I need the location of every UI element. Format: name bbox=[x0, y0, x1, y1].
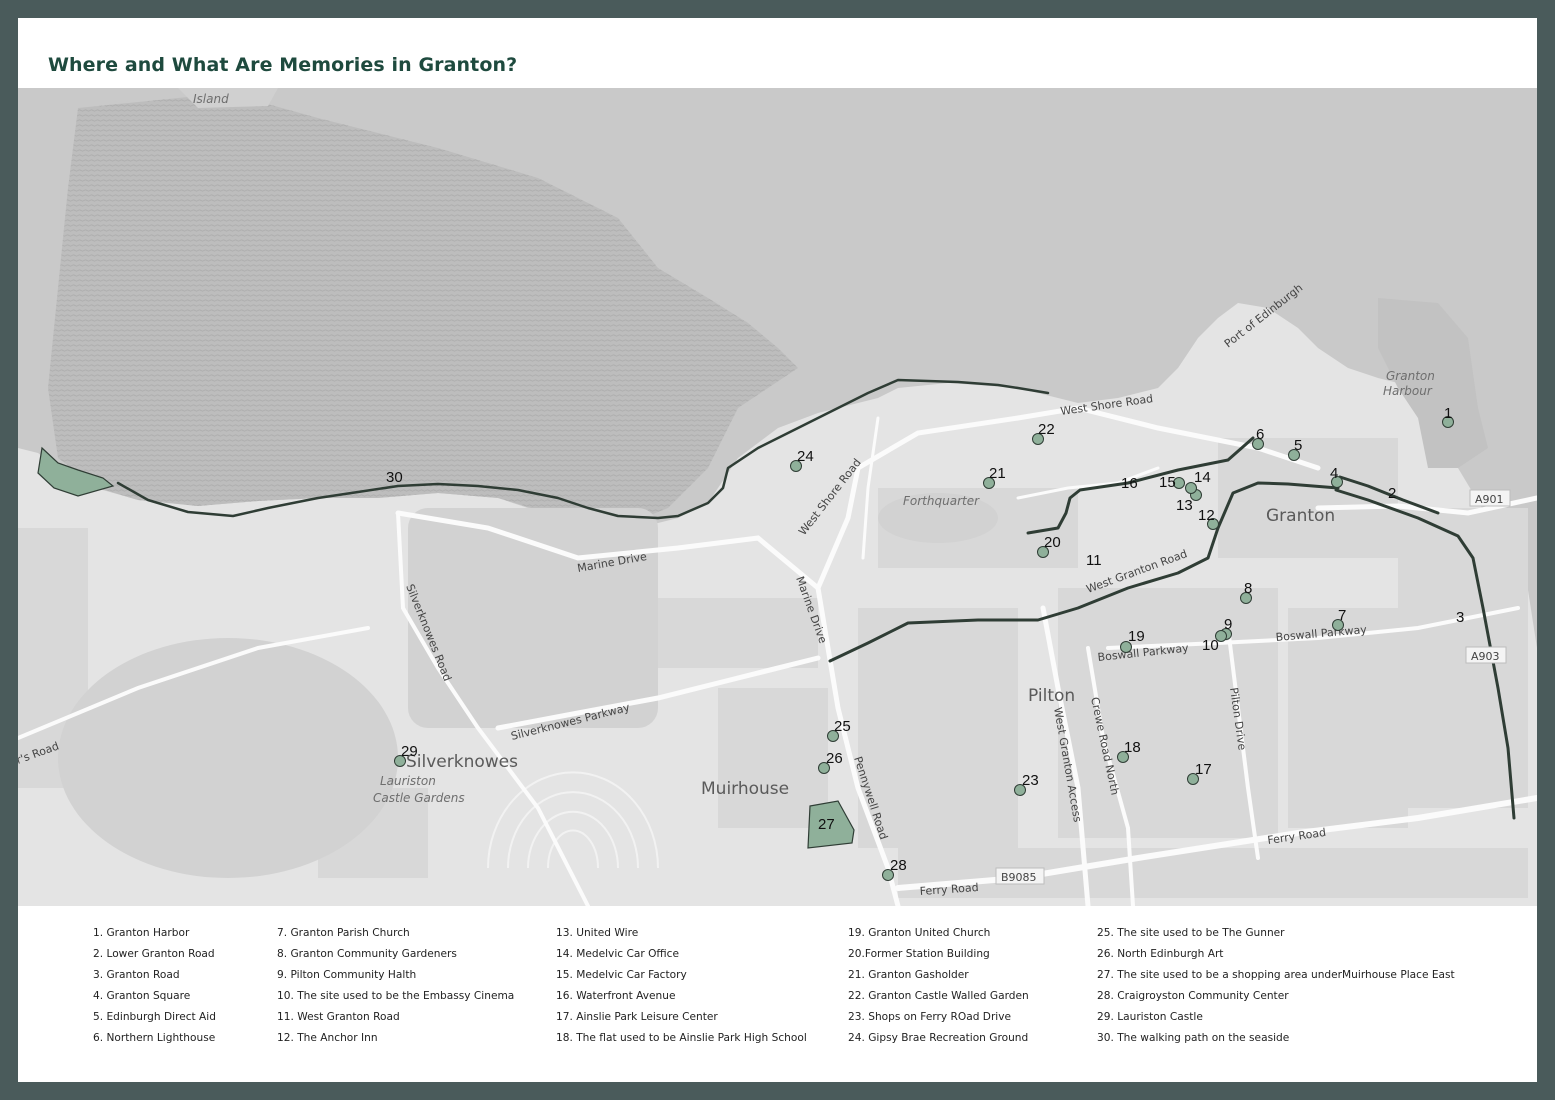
legend-item: 18. The flat used to be Ainslie Park Hig… bbox=[556, 1032, 807, 1044]
legend: 1. Granton Harbor 2. Lower Granton Road … bbox=[18, 918, 1537, 1068]
marker-14-label: 14 bbox=[1194, 469, 1211, 486]
label-lauriston: Lauriston bbox=[380, 774, 436, 788]
svg-text:A903: A903 bbox=[1471, 650, 1500, 663]
poster-sheet: Where and What Are Memories in Granton? bbox=[18, 18, 1537, 1082]
legend-item: 20.Former Station Building bbox=[848, 948, 990, 960]
svg-text:B9085: B9085 bbox=[1001, 871, 1037, 884]
legend-item: 8. Granton Community Gardeners bbox=[277, 948, 457, 960]
marker-21-label: 21 bbox=[989, 465, 1006, 482]
legend-column-2: 7. Granton Parish Church 8. Granton Comm… bbox=[277, 926, 514, 1052]
marker-30-label: 30 bbox=[386, 469, 403, 486]
legend-item: 6. Northern Lighthouse bbox=[93, 1032, 216, 1044]
legend-item: 26. North Edinburgh Art bbox=[1097, 948, 1224, 960]
legend-item: 16. Waterfront Avenue bbox=[556, 990, 676, 1002]
marker-29-label: 29 bbox=[401, 743, 418, 760]
marker-2-label: 2 bbox=[1388, 485, 1396, 502]
marker-8-label: 8 bbox=[1244, 580, 1252, 597]
marker-1-label: 1 bbox=[1444, 405, 1452, 422]
label-granton-harbour-1: Granton bbox=[1386, 369, 1435, 383]
map-svg: Island Forthquarter Lauriston Castle Gar… bbox=[18, 88, 1537, 906]
legend-column-4: 19. Granton United Church 20.Former Stat… bbox=[848, 926, 1029, 1052]
label-muirhouse: Muirhouse bbox=[701, 779, 789, 799]
road-shield-a901: A901 bbox=[1469, 489, 1511, 507]
legend-item: 24. Gipsy Brae Recreation Ground bbox=[848, 1032, 1029, 1044]
legend-item: 29. Lauriston Castle bbox=[1097, 1011, 1203, 1023]
label-granton-harbour-2: Harbour bbox=[1383, 384, 1433, 398]
marker-17-label: 17 bbox=[1195, 761, 1212, 778]
label-granton: Granton bbox=[1266, 506, 1335, 526]
marker-15-label: 15 bbox=[1159, 474, 1176, 491]
legend-item: 5. Edinburgh Direct Aid bbox=[93, 1011, 216, 1023]
marker-11-label: 11 bbox=[1086, 552, 1102, 569]
marker-3-label: 3 bbox=[1456, 609, 1464, 626]
road-shield-b9085: B9085 bbox=[995, 867, 1045, 885]
legend-item: 12. The Anchor Inn bbox=[277, 1032, 378, 1044]
marker-5-label: 5 bbox=[1294, 437, 1302, 454]
legend-item: 7. Granton Parish Church bbox=[277, 927, 410, 939]
legend-item: 2. Lower Granton Road bbox=[93, 948, 215, 960]
label-pilton: Pilton bbox=[1028, 686, 1075, 706]
legend-column-1: 1. Granton Harbor 2. Lower Granton Road … bbox=[93, 926, 216, 1052]
page-title: Where and What Are Memories in Granton? bbox=[48, 54, 518, 76]
marker-9-label: 9 bbox=[1224, 616, 1232, 633]
marker-26-label: 26 bbox=[826, 750, 843, 767]
legend-item: 15. Medelvic Car Factory bbox=[556, 969, 687, 981]
legend-item: 3. Granton Road bbox=[93, 969, 180, 981]
legend-item: 25. The site used to be The Gunner bbox=[1097, 927, 1285, 939]
legend-column-5: 25. The site used to be The Gunner 26. N… bbox=[1097, 926, 1455, 1052]
label-castle-gardens: Castle Gardens bbox=[373, 791, 465, 805]
marker-12-label: 12 bbox=[1198, 507, 1215, 524]
legend-item: 28. Craigroyston Community Center bbox=[1097, 990, 1289, 1002]
marker-25-label: 25 bbox=[834, 718, 851, 735]
marker-22-label: 22 bbox=[1038, 421, 1055, 438]
legend-item: 13. United Wire bbox=[556, 927, 639, 939]
marker-6-label: 6 bbox=[1256, 426, 1264, 443]
legend-item: 27. The site used to be a shopping area … bbox=[1097, 969, 1455, 981]
legend-item: 14. Medelvic Car Office bbox=[556, 948, 679, 960]
marker-10-label: 10 bbox=[1202, 637, 1219, 654]
marker-7-label: 7 bbox=[1338, 607, 1346, 624]
marker-19-label: 19 bbox=[1128, 628, 1145, 645]
marker-16-label: 16 bbox=[1121, 475, 1138, 492]
legend-item: 11. West Granton Road bbox=[277, 1011, 400, 1023]
legend-item: 10. The site used to be the Embassy Cine… bbox=[277, 990, 515, 1002]
legend-column-3: 13. United Wire 14. Medelvic Car Office … bbox=[556, 926, 807, 1052]
legend-item: 23. Shops on Ferry ROad Drive bbox=[848, 1011, 1012, 1023]
legend-item: 21. Granton Gasholder bbox=[848, 969, 969, 981]
marker-27-label: 27 bbox=[818, 816, 835, 833]
marker-18-label: 18 bbox=[1124, 739, 1141, 756]
marker-4-label: 4 bbox=[1330, 465, 1338, 482]
label-island: Island bbox=[193, 92, 229, 106]
marker-23-label: 23 bbox=[1022, 772, 1039, 789]
label-silverknowes: Silverknowes bbox=[406, 752, 518, 772]
marker-28-label: 28 bbox=[890, 857, 907, 874]
marker-20-label: 20 bbox=[1044, 534, 1061, 551]
label-forthquarter: Forthquarter bbox=[903, 494, 980, 508]
legend-item: 1. Granton Harbor bbox=[93, 927, 190, 939]
map-area[interactable]: Island Forthquarter Lauriston Castle Gar… bbox=[18, 88, 1537, 906]
legend-item: 19. Granton United Church bbox=[848, 927, 991, 939]
legend-item: 17. Ainslie Park Leisure Center bbox=[556, 1011, 718, 1023]
legend-item: 30. The walking path on the seaside bbox=[1097, 1032, 1290, 1044]
svg-text:A901: A901 bbox=[1475, 493, 1504, 506]
legend-item: 4. Granton Square bbox=[93, 990, 191, 1002]
legend-item: 22. Granton Castle Walled Garden bbox=[848, 990, 1029, 1002]
legend-item: 9. Pilton Community Halth bbox=[277, 969, 417, 981]
marker-24-label: 24 bbox=[797, 448, 814, 465]
marker-13-label: 13 bbox=[1176, 497, 1193, 514]
road-shield-a903: A903 bbox=[1465, 646, 1507, 664]
